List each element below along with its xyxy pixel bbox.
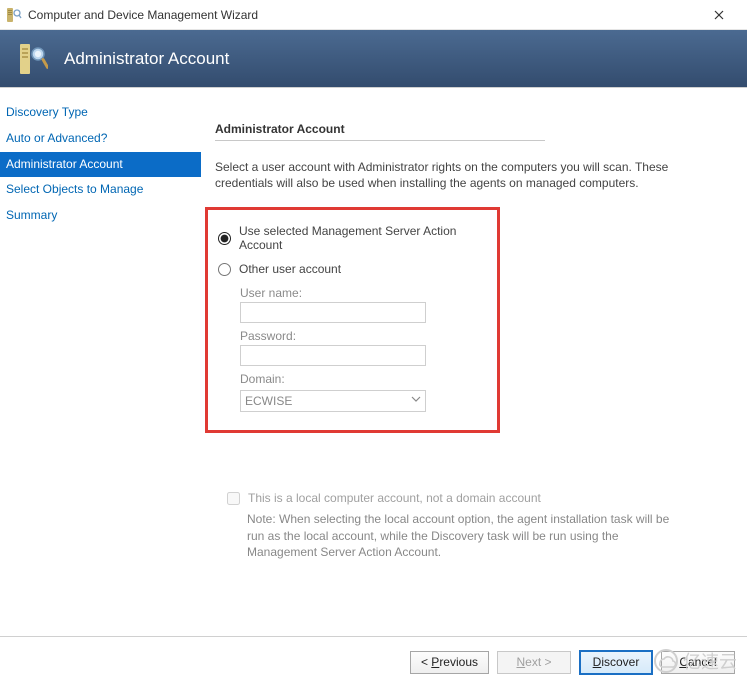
username-field[interactable]: [240, 302, 426, 323]
window-title: Computer and Device Management Wizard: [28, 8, 699, 22]
radio-use-selected-account[interactable]: Use selected Management Server Action Ac…: [218, 224, 485, 252]
cancel-button[interactable]: Cancel: [661, 651, 735, 674]
header-title: Administrator Account: [64, 49, 229, 69]
discover-button[interactable]: Discover: [579, 650, 653, 675]
nav-item-administrator-account[interactable]: Administrator Account: [0, 152, 201, 178]
header-icon: [18, 42, 48, 76]
nav-item-auto-or-advanced[interactable]: Auto or Advanced?: [0, 126, 201, 152]
wizard-footer: < PPreviousrevious Next > Discover Cance…: [0, 637, 747, 687]
nav-item-select-objects[interactable]: Select Objects to Manage: [0, 177, 201, 203]
domain-select[interactable]: [240, 390, 426, 412]
radio-use-selected-account-label: Use selected Management Server Action Ac…: [239, 224, 485, 252]
domain-label: Domain:: [240, 372, 485, 386]
titlebar: Computer and Device Management Wizard: [0, 0, 747, 30]
close-icon: [714, 10, 724, 20]
section-title: Administrator Account: [215, 122, 729, 136]
username-label: User name:: [240, 286, 485, 300]
previous-button[interactable]: < PPreviousrevious: [410, 651, 489, 674]
note-text: Note: When selecting the local account o…: [247, 511, 689, 560]
local-account-checkbox-row: This is a local computer account, not a …: [215, 491, 729, 505]
intro-text: Select a user account with Administrator…: [215, 159, 729, 191]
local-account-label: This is a local computer account, not a …: [248, 491, 541, 505]
radio-other-user-account[interactable]: Other user account: [218, 262, 485, 276]
nav-sidebar: Discovery Type Auto or Advanced? Adminis…: [0, 88, 201, 636]
nav-item-discovery-type[interactable]: Discovery Type: [0, 100, 201, 126]
credentials-block: User name: Password: Domain:: [218, 286, 485, 412]
close-button[interactable]: [699, 0, 739, 30]
account-options-box: Use selected Management Server Action Ac…: [205, 207, 500, 433]
local-account-checkbox[interactable]: [227, 492, 240, 505]
wizard-body: Discovery Type Auto or Advanced? Adminis…: [0, 88, 747, 637]
app-icon: [6, 7, 22, 23]
radio-use-selected-account-input[interactable]: [218, 232, 231, 245]
radio-other-user-account-label: Other user account: [239, 262, 341, 276]
radio-other-user-account-input[interactable]: [218, 263, 231, 276]
content-area: Administrator Account Select a user acco…: [201, 88, 747, 636]
password-label: Password:: [240, 329, 485, 343]
nav-item-summary[interactable]: Summary: [0, 203, 201, 229]
next-button[interactable]: Next >: [497, 651, 571, 674]
password-field[interactable]: [240, 345, 426, 366]
section-divider: [215, 140, 545, 141]
wizard-header: Administrator Account: [0, 30, 747, 88]
